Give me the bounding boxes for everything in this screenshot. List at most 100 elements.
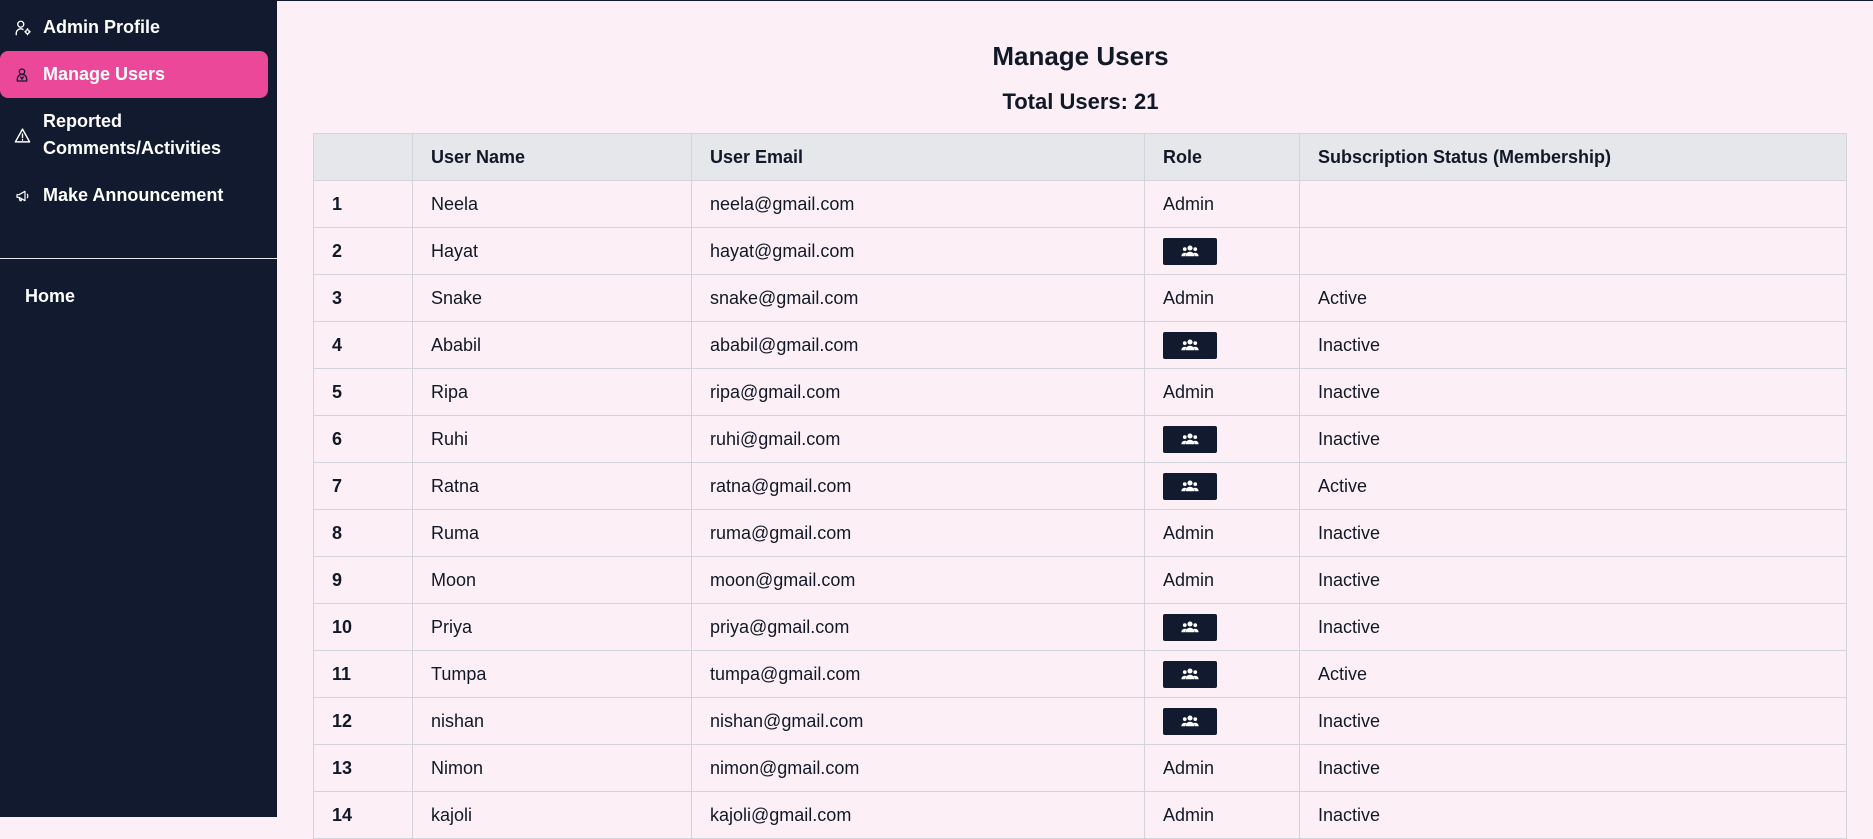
column-header-role: Role: [1144, 133, 1300, 181]
cell-user-email: nimon@gmail.com: [691, 744, 1145, 792]
cell-user-name: Tumpa: [412, 650, 692, 698]
cell-user-email: hayat@gmail.com: [691, 227, 1145, 275]
make-admin-button[interactable]: [1163, 237, 1217, 265]
cell-subscription-status: Inactive: [1299, 744, 1847, 792]
table-row: 7 Ratna ratna@gmail.com Active: [313, 462, 1847, 510]
cell-subscription-status: Inactive: [1299, 697, 1847, 745]
cell-user-email: ababil@gmail.com: [691, 321, 1145, 369]
sidebar-item-label: Make Announcement: [43, 185, 224, 205]
table-row: 11 Tumpa tumpa@gmail.com Active: [313, 650, 1847, 698]
sidebar-item-make-announcement[interactable]: Make Announcement: [0, 172, 268, 219]
cell-subscription-status: Active: [1299, 462, 1847, 510]
cell-index: 4: [313, 321, 413, 369]
cell-user-name: Ruhi: [412, 415, 692, 463]
page-title: Manage Users: [992, 41, 1169, 71]
users-icon: [1181, 338, 1199, 352]
table-row: 4 Ababil ababil@gmail.com Inactive: [313, 321, 1847, 369]
cell-subscription-status: Inactive: [1299, 556, 1847, 604]
cell-index: 12: [313, 697, 413, 745]
table-row: 10 Priya priya@gmail.com Inactive: [313, 603, 1847, 651]
cell-index: 3: [313, 274, 413, 322]
cell-index: 6: [313, 415, 413, 463]
cell-user-name: nishan: [412, 697, 692, 745]
make-admin-button[interactable]: [1163, 331, 1217, 359]
cell-user-email: nishan@gmail.com: [691, 697, 1145, 745]
sidebar-item-home[interactable]: Home: [25, 286, 75, 307]
cell-user-email: ruma@gmail.com: [691, 509, 1145, 557]
cell-subscription-status: Inactive: [1299, 368, 1847, 416]
sidebar: Admin Profile Manage Users Reported Comm…: [0, 0, 277, 817]
cell-user-email: ratna@gmail.com: [691, 462, 1145, 510]
cell-subscription-status: Inactive: [1299, 791, 1847, 839]
cell-index: 13: [313, 744, 413, 792]
cell-user-name: Neela: [412, 180, 692, 228]
warning-icon: [14, 108, 34, 162]
sidebar-item-reported-comments[interactable]: Reported Comments/Activities: [0, 98, 268, 172]
cell-index: 8: [313, 509, 413, 557]
table-row: 2 Hayat hayat@gmail.com: [313, 227, 1847, 275]
cell-index: 11: [313, 650, 413, 698]
cell-index: 2: [313, 227, 413, 275]
cell-user-email: ripa@gmail.com: [691, 368, 1145, 416]
cell-user-email: moon@gmail.com: [691, 556, 1145, 604]
make-admin-button[interactable]: [1163, 707, 1217, 735]
users-icon: [14, 61, 34, 88]
cell-user-name: Hayat: [412, 227, 692, 275]
make-admin-button[interactable]: [1163, 472, 1217, 500]
cell-index: 14: [313, 791, 413, 839]
users-icon: [1181, 244, 1199, 258]
make-admin-button[interactable]: [1163, 425, 1217, 453]
cell-user-name: kajoli: [412, 791, 692, 839]
cell-index: 7: [313, 462, 413, 510]
table-header-row: User Name User Email Role Subscription S…: [313, 133, 1847, 181]
sidebar-item-label: Admin Profile: [43, 17, 161, 37]
cell-user-email: priya@gmail.com: [691, 603, 1145, 651]
table-row: 9 Moon moon@gmail.com Admin Inactive: [313, 556, 1847, 604]
cell-role: Admin: [1144, 368, 1300, 416]
cell-role: [1144, 650, 1300, 698]
cell-role: Admin: [1144, 556, 1300, 604]
cell-user-email: snake@gmail.com: [691, 274, 1145, 322]
cell-subscription-status: Inactive: [1299, 415, 1847, 463]
cell-user-name: Nimon: [412, 744, 692, 792]
column-header-user-name: User Name: [412, 133, 692, 181]
cell-user-name: Ababil: [412, 321, 692, 369]
cell-role: [1144, 415, 1300, 463]
sidebar-item-admin-profile[interactable]: Admin Profile: [0, 4, 268, 51]
sidebar-nav: Admin Profile Manage Users Reported Comm…: [0, 0, 277, 219]
sidebar-item-label: Manage Users: [43, 64, 166, 84]
sidebar-item-manage-users[interactable]: Manage Users: [0, 51, 268, 98]
main-content: Manage Users Total Users: 21 User Name U…: [277, 0, 1873, 839]
make-admin-button[interactable]: [1163, 660, 1217, 688]
cell-subscription-status: Inactive: [1299, 603, 1847, 651]
cell-subscription-status: Inactive: [1299, 321, 1847, 369]
column-header-subscription-status: Subscription Status (Membership): [1299, 133, 1847, 181]
cell-user-name: Snake: [412, 274, 692, 322]
cell-subscription-status: Active: [1299, 274, 1847, 322]
table-row: 3 Snake snake@gmail.com Admin Active: [313, 274, 1847, 322]
users-icon: [1181, 479, 1199, 493]
cell-user-email: ruhi@gmail.com: [691, 415, 1145, 463]
total-users-count: Total Users: 21: [1002, 89, 1159, 114]
table-row: 13 Nimon nimon@gmail.com Admin Inactive: [313, 744, 1847, 792]
users-icon: [1181, 714, 1199, 728]
cell-role: [1144, 321, 1300, 369]
cell-subscription-status: Active: [1299, 650, 1847, 698]
cell-user-email: neela@gmail.com: [691, 180, 1145, 228]
cell-index: 5: [313, 368, 413, 416]
table-row: 8 Ruma ruma@gmail.com Admin Inactive: [313, 509, 1847, 557]
column-header-user-email: User Email: [691, 133, 1145, 181]
cell-index: 1: [313, 180, 413, 228]
users-table: User Name User Email Role Subscription S…: [313, 133, 1847, 839]
user-cog-icon: [14, 14, 34, 41]
cell-index: 9: [313, 556, 413, 604]
users-icon: [1181, 432, 1199, 446]
make-admin-button[interactable]: [1163, 613, 1217, 641]
cell-user-name: Ratna: [412, 462, 692, 510]
users-icon: [1181, 667, 1199, 681]
column-header-index: [313, 133, 413, 181]
megaphone-icon: [14, 182, 34, 209]
cell-subscription-status: [1299, 180, 1847, 228]
users-icon: [1181, 620, 1199, 634]
table-row: 6 Ruhi ruhi@gmail.com Inactive: [313, 415, 1847, 463]
